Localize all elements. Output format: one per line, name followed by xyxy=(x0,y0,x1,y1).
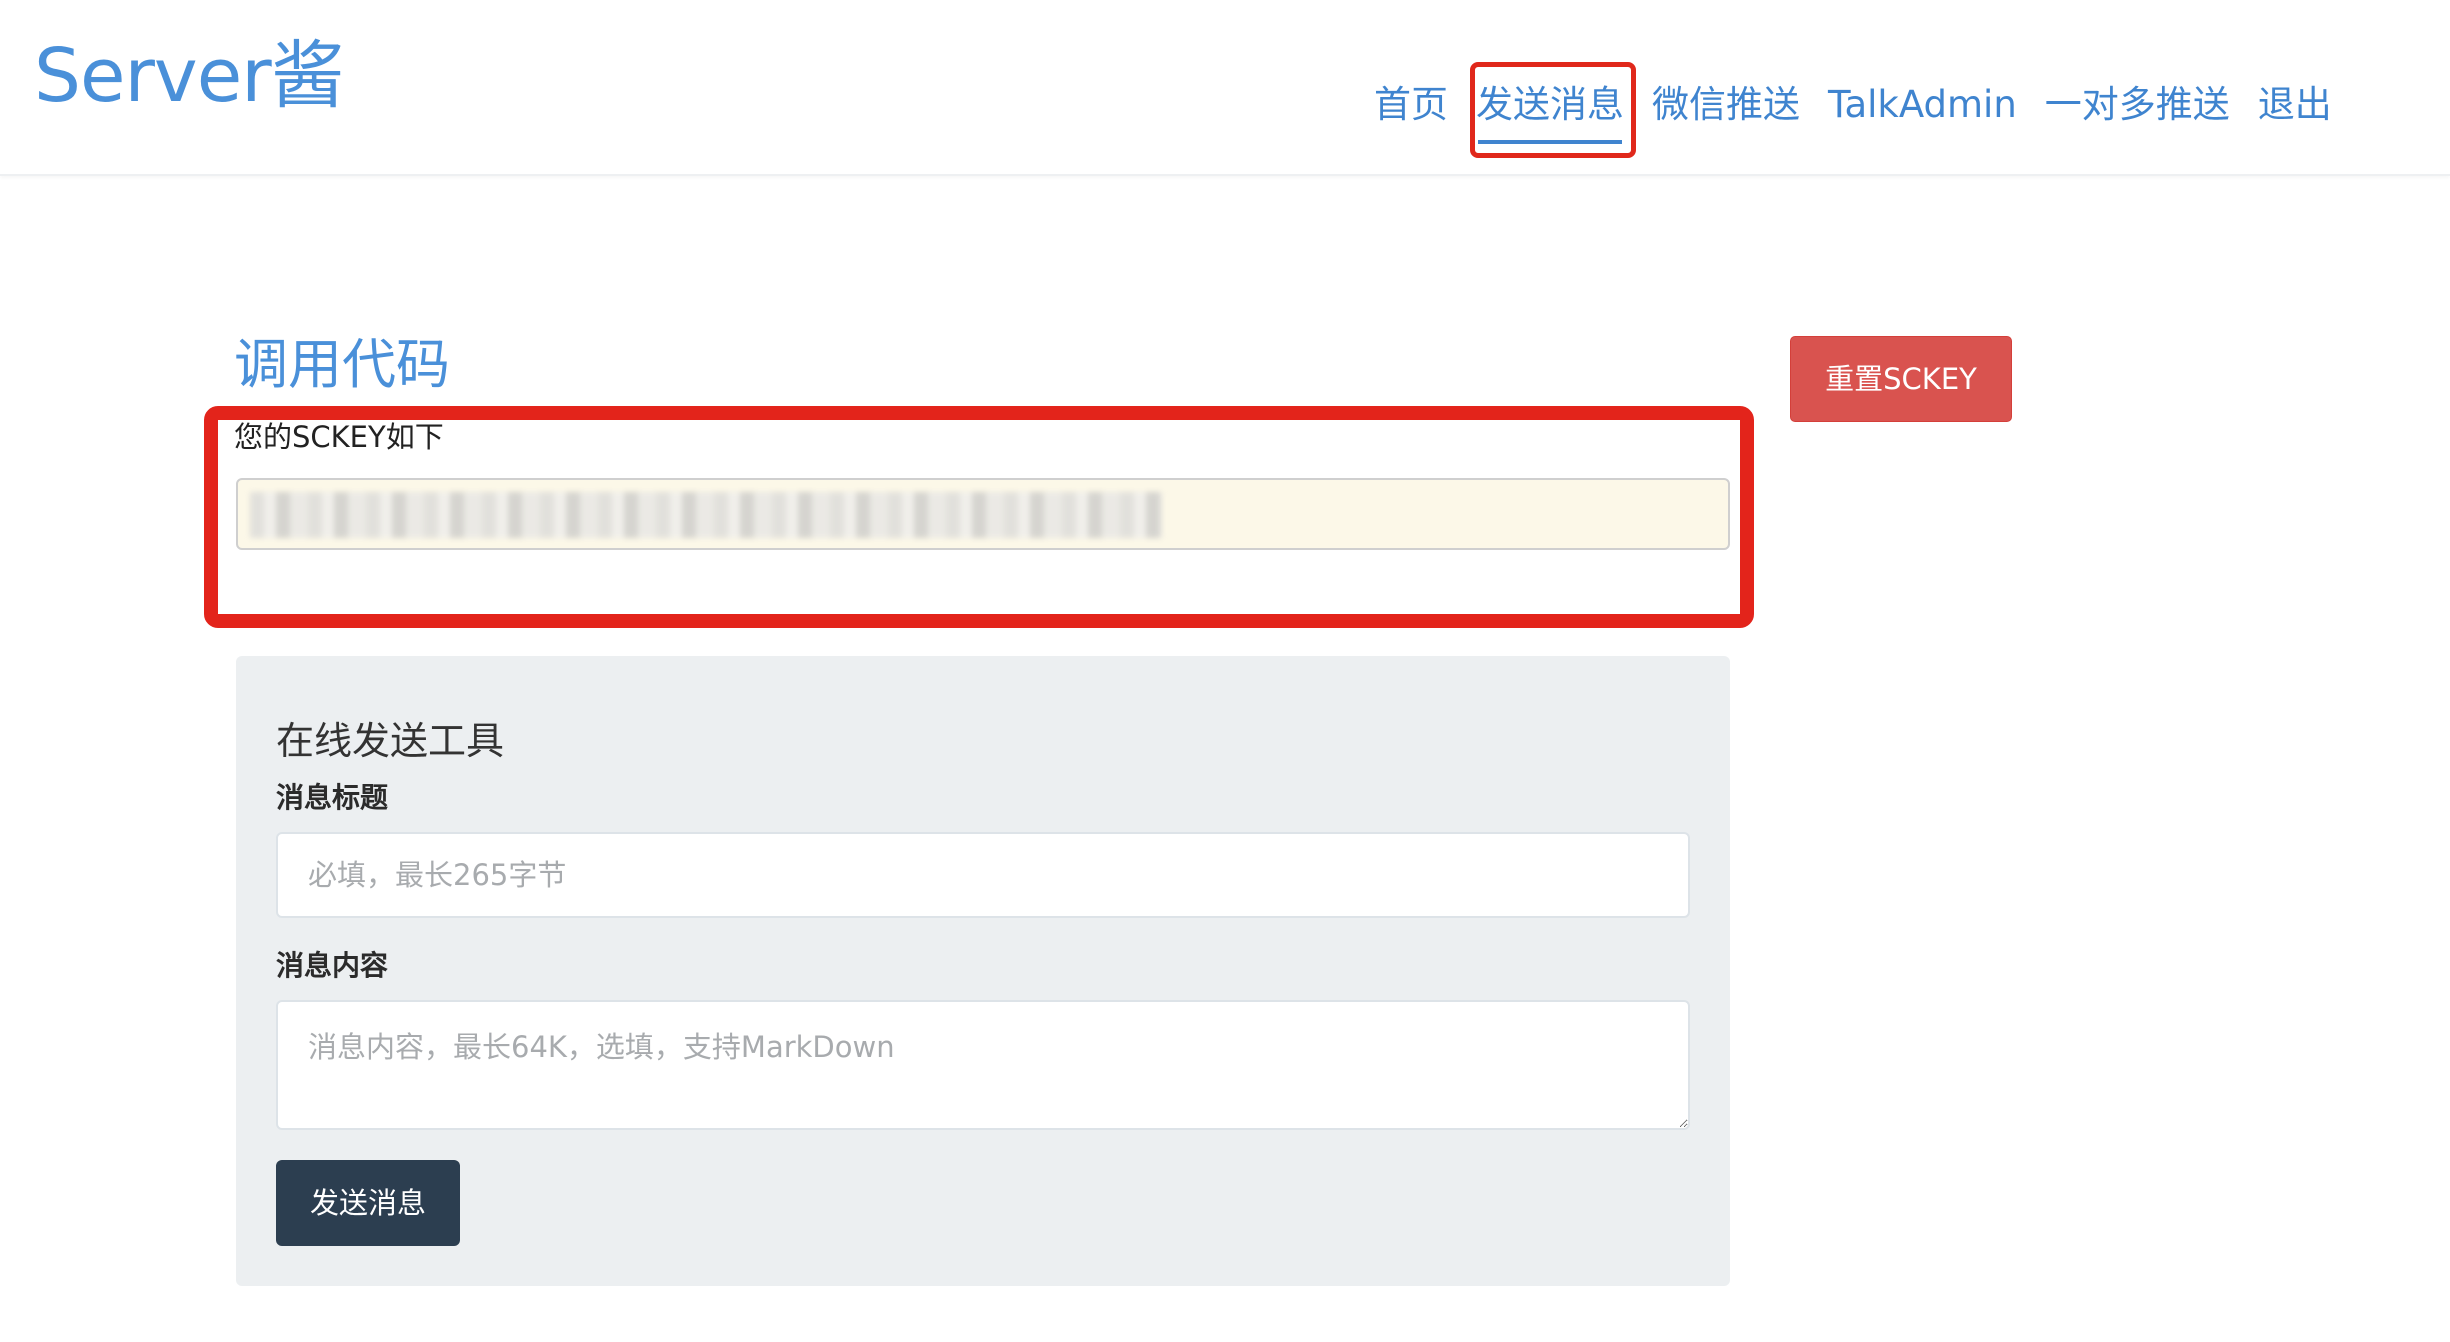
tool-title: 在线发送工具 xyxy=(276,719,505,763)
message-title-label: 消息标题 xyxy=(276,781,389,814)
sckey-label: 您的SCKEY如下 xyxy=(234,420,444,454)
sckey-field[interactable] xyxy=(236,478,1730,550)
nav-item-logout[interactable]: 退出 xyxy=(2258,70,2332,140)
section-title: 调用代码 xyxy=(234,333,450,396)
send-tool-panel: 在线发送工具 消息标题 消息内容 发送消息 xyxy=(236,656,1730,1286)
nav-item-home[interactable]: 首页 xyxy=(1374,70,1448,140)
nav-item-talkadmin[interactable]: TalkAdmin xyxy=(1828,70,2017,140)
brand-logo[interactable]: Server酱 xyxy=(34,26,345,126)
reset-sckey-button[interactable]: 重置SCKEY xyxy=(1790,336,2012,422)
nav-item-one-to-many-push[interactable]: 一对多推送 xyxy=(2045,70,2230,140)
page: Server酱 首页 发送消息 微信推送 TalkAdmin 一对多推送 退出 … xyxy=(0,0,2450,1342)
main-nav: 首页 发送消息 微信推送 TalkAdmin 一对多推送 退出 xyxy=(1374,70,2360,144)
message-content-label: 消息内容 xyxy=(276,949,389,982)
top-navbar: Server酱 首页 发送消息 微信推送 TalkAdmin 一对多推送 退出 xyxy=(0,0,2450,176)
message-title-input[interactable] xyxy=(276,832,1690,918)
sckey-redacted-value xyxy=(250,492,1162,538)
nav-item-send-message[interactable]: 发送消息 xyxy=(1476,70,1624,144)
nav-item-wechat-push[interactable]: 微信推送 xyxy=(1652,70,1800,140)
send-message-button[interactable]: 发送消息 xyxy=(276,1160,460,1246)
message-content-textarea[interactable] xyxy=(276,1000,1690,1130)
